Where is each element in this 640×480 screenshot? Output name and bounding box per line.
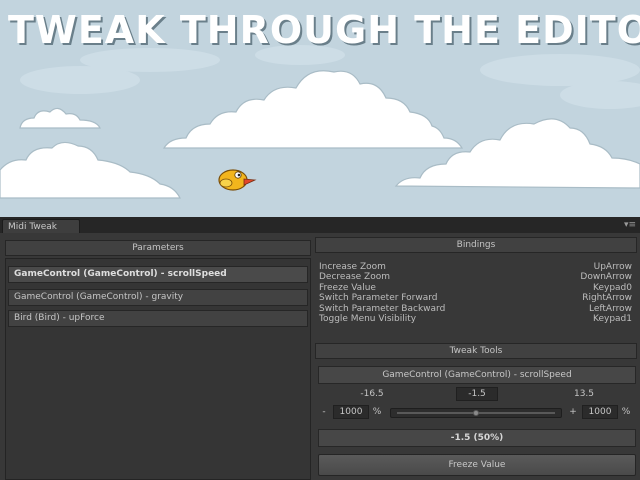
binding-key: UpArrow bbox=[593, 262, 632, 272]
cloud-left bbox=[0, 141, 181, 199]
min-zoom-field[interactable]: 1000 bbox=[333, 405, 369, 419]
value-readout: -1.5 (50%) bbox=[318, 429, 636, 447]
headline-text: TWEAK THROUGH THE EDITOR bbox=[8, 8, 640, 52]
binding-key: Keypad1 bbox=[593, 313, 632, 324]
range-max-label: 13.5 bbox=[573, 389, 595, 399]
binding-row: Decrease Zoom DownArrow bbox=[319, 272, 632, 282]
game-view: TWEAK THROUGH THE EDITOR bbox=[0, 0, 640, 217]
binding-key: DownArrow bbox=[580, 272, 632, 283]
current-value-field[interactable]: -1.5 bbox=[456, 387, 498, 401]
binding-action: Switch Parameter Forward bbox=[319, 293, 438, 304]
bindings-header: Bindings bbox=[315, 237, 637, 253]
binding-key: Keypad0 bbox=[593, 282, 632, 293]
binding-action: Freeze Value bbox=[319, 282, 376, 293]
cloud-center bbox=[162, 70, 464, 149]
binding-row: Freeze Value Keypad0 bbox=[319, 283, 632, 293]
binding-action: Increase Zoom bbox=[319, 262, 386, 272]
binding-action: Switch Parameter Backward bbox=[319, 303, 446, 314]
binding-row: Switch Parameter Backward LeftArrow bbox=[319, 304, 632, 314]
tab-strip: Midi Tweak ▾≡ bbox=[0, 217, 640, 233]
binding-row: Switch Parameter Forward RightArrow bbox=[319, 293, 632, 303]
binding-row: Toggle Menu Visibility Keypad1 bbox=[319, 314, 632, 324]
bird-sprite bbox=[218, 169, 257, 191]
max-zoom-unit: % bbox=[621, 407, 631, 417]
range-min-label: -16.5 bbox=[360, 389, 384, 399]
binding-action: Toggle Menu Visibility bbox=[319, 313, 417, 324]
binding-key: LeftArrow bbox=[588, 303, 632, 314]
max-zoom-field[interactable]: 1000 bbox=[582, 405, 618, 419]
value-slider[interactable] bbox=[390, 408, 562, 418]
cloud-small bbox=[19, 107, 101, 129]
slider-thumb[interactable] bbox=[473, 410, 479, 416]
binding-key: RightArrow bbox=[582, 293, 632, 304]
tab-midi-tweak[interactable]: Midi Tweak bbox=[2, 219, 80, 233]
parameters-header: Parameters bbox=[5, 240, 311, 256]
panel-menu-icon[interactable]: ▾≡ bbox=[624, 220, 636, 230]
zoom-out-button[interactable]: - bbox=[318, 406, 330, 418]
zoom-in-button[interactable]: + bbox=[567, 406, 579, 418]
binding-action: Decrease Zoom bbox=[319, 272, 391, 283]
bindings-list: Increase Zoom UpArrow Decrease Zoom DownAr… bbox=[319, 262, 632, 324]
min-zoom-unit: % bbox=[372, 407, 382, 417]
parameter-item-upforce[interactable]: Bird (Bird) - upForce bbox=[8, 310, 308, 327]
parameter-item-scrollspeed[interactable]: GameControl (GameControl) - scrollSpeed bbox=[8, 266, 308, 283]
tweak-tools-header: Tweak Tools bbox=[315, 343, 637, 359]
binding-row: Increase Zoom UpArrow bbox=[319, 262, 632, 272]
parameter-item-gravity[interactable]: GameControl (GameControl) - gravity bbox=[8, 289, 308, 306]
freeze-value-button[interactable]: Freeze Value bbox=[318, 454, 636, 476]
selected-parameter-label: GameControl (GameControl) - scrollSpeed bbox=[318, 366, 636, 384]
